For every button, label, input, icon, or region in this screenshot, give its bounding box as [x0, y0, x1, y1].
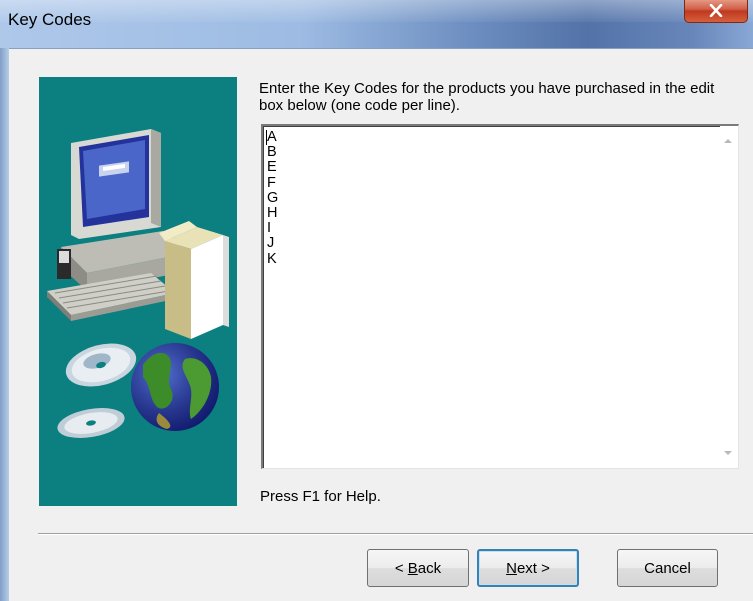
key-codes-dialog: Key Codes Enter the Key Codes for the pr…: [0, 0, 753, 601]
back-button-label: ack: [417, 559, 442, 577]
close-icon: [709, 3, 723, 17]
key-codes-list[interactable]: A B E F G H I J K: [267, 129, 707, 267]
key-code-line: A: [267, 129, 277, 145]
client-border: [9, 48, 753, 49]
window-frame: [0, 48, 9, 601]
wizard-side-panel: [39, 77, 237, 506]
key-code-line: I: [267, 220, 272, 237]
cd-discs-icon: [57, 343, 137, 438]
cancel-button[interactable]: Cancel: [617, 549, 718, 587]
key-code-line: G: [267, 189, 279, 206]
next-button[interactable]: Next >: [477, 549, 579, 587]
title-bar[interactable]: Key Codes: [0, 0, 753, 48]
help-hint: Press F1 for Help.: [260, 488, 381, 505]
wizard-illustration: [47, 129, 229, 438]
scroll-down-arrow-icon[interactable]: [724, 451, 732, 455]
back-button[interactable]: < Back: [367, 549, 469, 587]
back-button-prefix: <: [394, 559, 408, 577]
next-button-mnemonic: N: [506, 559, 517, 577]
globe-icon: [131, 343, 219, 431]
instructions-text: Enter the Key Codes for the products you…: [259, 80, 715, 114]
back-button-mnemonic: B: [407, 559, 418, 577]
key-code-line: J: [267, 235, 275, 252]
key-code-line: B: [267, 144, 277, 161]
vertical-scrollbar[interactable]: [720, 126, 738, 468]
window-title: Key Codes: [8, 10, 92, 29]
software-box-icon: [159, 221, 229, 339]
scroll-up-arrow-icon[interactable]: [724, 139, 732, 143]
button-separator: [38, 533, 753, 535]
next-button-label: ext >: [516, 559, 550, 577]
key-code-line: E: [267, 159, 277, 176]
key-codes-edit-box[interactable]: A B E F G H I J K: [261, 124, 739, 469]
key-code-line: H: [267, 204, 278, 221]
key-code-line: K: [267, 250, 277, 267]
close-button[interactable]: [684, 0, 748, 23]
key-code-line: F: [267, 174, 276, 191]
